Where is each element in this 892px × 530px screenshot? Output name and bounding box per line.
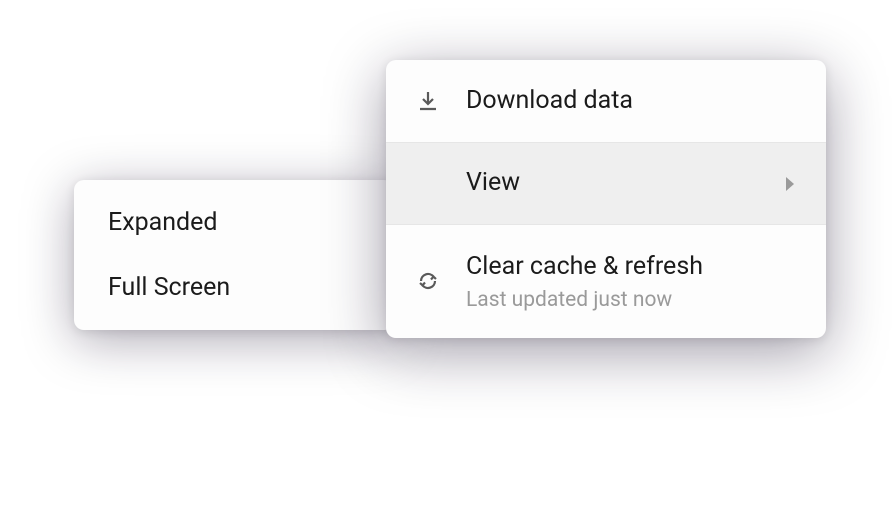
menu-item-label: View [466,167,520,200]
refresh-icon [416,269,466,293]
menu-item-view[interactable]: View [386,142,826,224]
download-icon [416,89,466,113]
view-submenu: Expanded Full Screen [74,180,394,330]
menu-item-label: Download data [466,85,633,118]
menu-item-label: Clear cache & refresh [466,251,703,284]
submenu-item-full-screen[interactable]: Full Screen [74,255,394,320]
menu-item-download-data[interactable]: Download data [386,60,826,142]
chevron-right-icon [784,176,796,192]
kebab-menu: Download data View Clear cache & refresh… [386,60,826,338]
submenu-item-label: Expanded [108,208,218,237]
menu-item-clear-cache[interactable]: Clear cache & refresh Last updated just … [386,224,826,338]
menu-item-subtitle: Last updated just now [466,288,703,312]
submenu-item-label: Full Screen [108,273,230,302]
submenu-item-expanded[interactable]: Expanded [74,190,394,255]
